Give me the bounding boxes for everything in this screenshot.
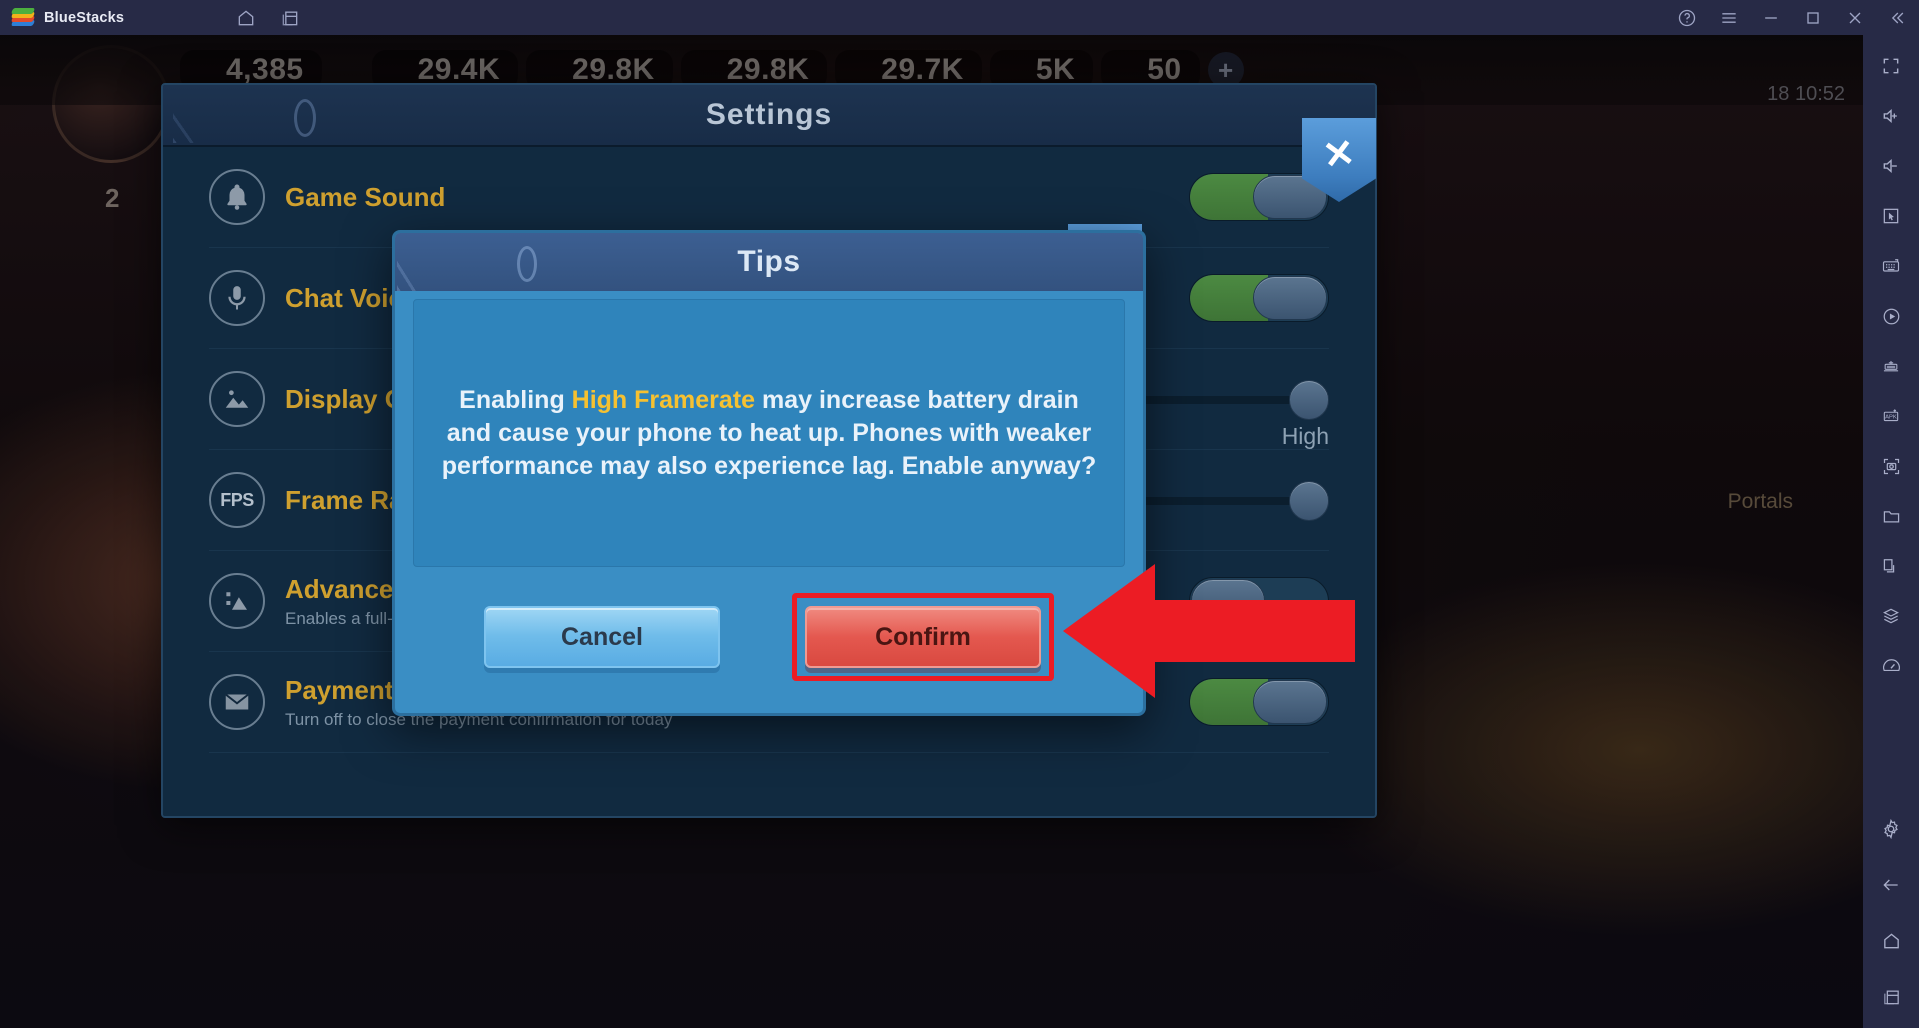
hud-resource-value: 50 [1147, 53, 1182, 86]
back-arrow-icon[interactable] [1874, 868, 1908, 902]
hud-resource-value: 29.7K [881, 53, 964, 86]
wood-icon [532, 55, 562, 85]
cancel-button[interactable]: Cancel [484, 606, 720, 668]
macro-recorder-icon[interactable] [1874, 299, 1908, 333]
hud-resource-value: 29.8K [572, 53, 655, 86]
collapse-sidebar-icon[interactable] [1885, 6, 1909, 30]
bluestacks-titlebar: BlueStacks [0, 0, 1919, 35]
tips-dialog-message: Enabling High Framerate may increase bat… [440, 384, 1098, 483]
volume-down-icon[interactable] [1874, 149, 1908, 183]
bell-icon [209, 169, 265, 225]
hud-resource-value: 5K [1035, 53, 1076, 86]
bluestacks-sidebar: APK [1863, 35, 1919, 1028]
titlebar-nav [234, 6, 302, 30]
tips-dialog-title: Tips [737, 245, 801, 278]
player-level: 2 [105, 183, 120, 213]
tips-dialog-body: Enabling High Framerate may increase bat… [413, 299, 1125, 567]
settings-header: Settings [163, 85, 1375, 147]
slider-display-quality[interactable]: High [599, 375, 1329, 449]
setting-label: Game Sound [285, 181, 446, 212]
titlebar-window-controls [1675, 0, 1909, 35]
page-title: Settings [705, 98, 833, 131]
toggle-payment-confirmation[interactable] [1189, 678, 1329, 726]
svg-text:APK: APK [1885, 415, 1897, 421]
setting-control[interactable] [599, 476, 1329, 524]
toggle-advanced-graphics[interactable] [1189, 577, 1329, 625]
screenshot-icon[interactable] [1874, 449, 1908, 483]
bluestacks-logo-icon [10, 7, 36, 27]
recents-icon[interactable] [1874, 980, 1908, 1014]
portals-label: Portals [1727, 490, 1793, 513]
tips-dialog-header: Tips [395, 233, 1143, 291]
setting-control[interactable] [1129, 678, 1329, 726]
gold-icon [841, 55, 871, 85]
setting-control[interactable] [1129, 274, 1329, 322]
setting-control[interactable] [1129, 173, 1329, 221]
confirm-highlight-box: Confirm [792, 593, 1054, 681]
slider-frame-rate[interactable] [599, 476, 1329, 524]
fps-icon: FPS [209, 472, 265, 528]
fps-icon-label: FPS [220, 489, 254, 510]
setting-control[interactable] [1129, 577, 1329, 625]
hud-resource-value: 29.8K [726, 53, 810, 86]
slider-knob[interactable] [1289, 481, 1329, 521]
hud-resource-value: 29.4K [417, 53, 501, 86]
tips-message-highlight: High Framerate [571, 385, 756, 414]
tips-dialog: Tips Enabling High Framerate may increas… [392, 230, 1146, 716]
home-nav-icon[interactable] [1874, 924, 1908, 958]
swords-icon [186, 55, 216, 85]
volume-up-icon[interactable] [1874, 99, 1908, 133]
fullscreen-icon[interactable] [1874, 49, 1908, 83]
tips-dialog-actions: Cancel Confirm [395, 593, 1143, 681]
menu-icon[interactable] [1717, 6, 1741, 30]
close-icon[interactable] [1843, 6, 1867, 30]
tips-message-part: Enabling [459, 385, 572, 414]
x-shield-close-icon: ✕ [1320, 131, 1358, 179]
image-quality-icon [209, 371, 265, 427]
toggle-knob [1191, 579, 1265, 623]
setting-texts: Game Sound [285, 182, 1129, 213]
microphone-icon [209, 270, 265, 326]
multi-instance-manager-icon[interactable] [1874, 599, 1908, 633]
cursor-icon[interactable] [1874, 199, 1908, 233]
app-title: BlueStacks [44, 9, 125, 26]
coin-icon [996, 55, 1026, 85]
hud-clock: 18 10:52 [1767, 83, 1845, 105]
media-folder-icon[interactable] [1874, 499, 1908, 533]
minimize-icon[interactable] [1759, 6, 1783, 30]
home-icon[interactable] [234, 6, 258, 30]
gem-icon [1107, 55, 1137, 85]
toggle-knob [1253, 276, 1327, 320]
game-viewport: 2 Portals 4,385 29.4K 29.8K 29.8K 29.7K … [0, 35, 1863, 1028]
maximize-icon[interactable] [1801, 6, 1825, 30]
multi-instance-icon[interactable] [278, 6, 302, 30]
toggle-knob [1253, 680, 1327, 724]
install-apk-icon[interactable]: APK [1874, 399, 1908, 433]
help-icon[interactable] [1675, 6, 1699, 30]
settings-gear-icon[interactable] [1874, 812, 1908, 846]
keyboard-controls-icon[interactable] [1874, 249, 1908, 283]
performance-icon[interactable] [1874, 649, 1908, 683]
slider-knob[interactable] [1289, 380, 1329, 420]
slider-value-label: High [1281, 423, 1329, 449]
eco-mode-icon[interactable] [1874, 349, 1908, 383]
hud-power-value: 4,385 [226, 53, 304, 86]
advanced-graphics-icon [209, 573, 265, 629]
confirm-button[interactable]: Confirm [805, 606, 1041, 668]
rotate-icon[interactable] [1874, 549, 1908, 583]
wheat-icon [378, 55, 408, 85]
setting-control[interactable]: High [599, 375, 1329, 449]
envelope-icon [209, 674, 265, 730]
stone-icon [687, 55, 717, 85]
toggle-chat-voice[interactable] [1189, 274, 1329, 322]
bluestacks-window: 2 Portals 4,385 29.4K 29.8K 29.8K 29.7K … [0, 0, 1919, 1028]
